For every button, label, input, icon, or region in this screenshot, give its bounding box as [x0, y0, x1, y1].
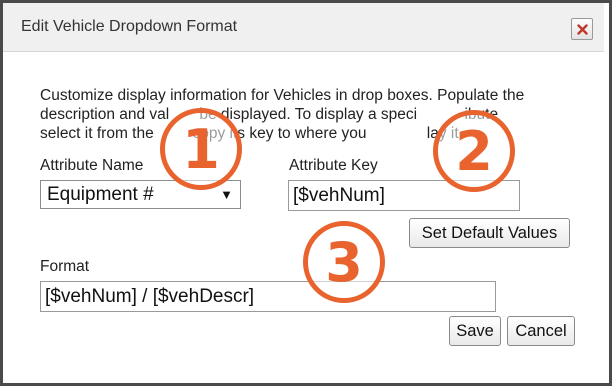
dialog-titlebar: Edit Vehicle Dropdown Format — [3, 3, 604, 52]
set-default-values-button[interactable]: Set Default Values — [409, 218, 570, 248]
format-input[interactable]: [$vehNum] / [$vehDescr] — [40, 281, 496, 312]
description-line-1: Customize display information for Vehicl… — [40, 87, 525, 104]
attribute-key-label: Attribute Key — [289, 157, 378, 174]
close-x-icon — [576, 23, 588, 35]
format-label: Format — [40, 258, 90, 275]
format-value: [$vehNum] / [$vehDescr] — [45, 286, 255, 307]
attribute-name-selected-value: Equipment # — [47, 184, 154, 205]
attribute-name-label: Attribute Name — [40, 157, 144, 174]
callout-badge-2: 2 — [433, 110, 515, 192]
cancel-button[interactable]: Cancel — [507, 316, 575, 346]
attribute-key-value: [$vehNum] — [293, 185, 385, 206]
save-button[interactable]: Save — [449, 316, 501, 346]
callout-badge-3: 3 — [303, 221, 385, 303]
dialog-title: Edit Vehicle Dropdown Format — [21, 18, 238, 35]
dropdown-arrow-icon: ▼ — [220, 187, 233, 202]
close-button[interactable] — [571, 18, 593, 40]
callout-badge-1: 1 — [160, 108, 242, 190]
